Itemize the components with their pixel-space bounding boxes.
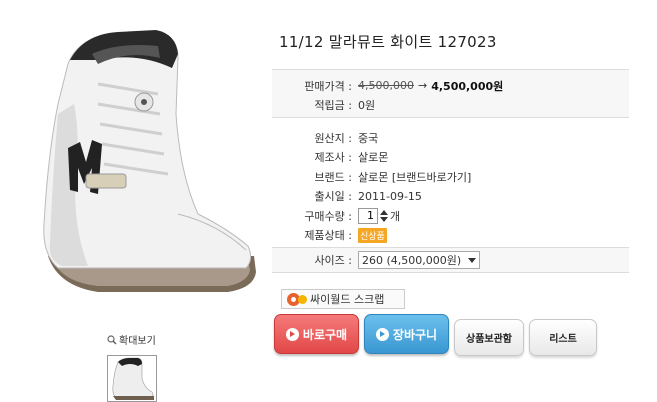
price-box: 판매가격 : 4,500,000 → 4,500,000원 적립금 : 0원	[272, 69, 629, 118]
points-value: 0원	[358, 98, 376, 112]
brand-link[interactable]: 살로몬 [브랜드바로가기]	[358, 169, 471, 185]
condition-label: 제품상태 :	[304, 229, 352, 243]
origin-value: 중국	[358, 131, 379, 145]
wishlist-button[interactable]: 상품보관함	[454, 319, 524, 356]
add-to-cart-button[interactable]: 장바구니	[364, 314, 449, 354]
price-label: 판매가격 :	[304, 79, 352, 93]
brand-row: 브랜드 : 살로몬 [브랜드바로가기]	[272, 167, 629, 187]
sale-price: 4,500,000원	[431, 79, 504, 93]
magnifier-icon	[107, 334, 117, 345]
product-image	[28, 24, 258, 304]
wishlist-label: 상품보관함	[466, 334, 512, 345]
quantity-label: 구매수량 :	[304, 209, 352, 223]
maker-row: 제조사 : 살로몬	[272, 148, 629, 168]
cyworld-dot-icon	[298, 294, 307, 304]
release-value: 2011-09-15	[358, 189, 422, 203]
size-row: 사이즈 : 260 (4,500,000원)	[272, 247, 629, 273]
original-price: 4,500,000	[358, 79, 414, 92]
origin-row: 원산지 : 중국	[272, 128, 629, 148]
maker-label: 제조사 :	[314, 151, 352, 165]
product-title: 11/12 말라뮤트 화이트 127023	[279, 33, 497, 51]
zoom-label: 확대보기	[119, 336, 156, 347]
arrow-up-icon[interactable]	[380, 209, 388, 215]
list-label: 리스트	[549, 334, 577, 345]
new-product-badge: 신상품	[358, 227, 387, 243]
origin-label: 원산지 :	[314, 131, 352, 145]
zoom-link[interactable]: 확대보기	[107, 332, 156, 347]
add-to-cart-label: 장바구니	[392, 327, 438, 342]
spec-group: 원산지 : 중국 제조사 : 살로몬 브랜드 : 살로몬 [브랜드바로가기] 출…	[272, 118, 629, 245]
snowboard-boot-image	[43, 30, 256, 292]
cyworld-scrap-button[interactable]: 싸이월드 스크랩	[281, 289, 405, 309]
maker-value: 살로몬	[358, 151, 389, 165]
condition-row: 제품상태 : 신상품	[272, 226, 629, 246]
cyworld-label: 싸이월드 스크랩	[310, 293, 385, 306]
price-arrow: →	[417, 79, 428, 92]
buy-now-button[interactable]: 바로구매	[274, 314, 359, 354]
boot-thumbnail-icon	[112, 357, 154, 400]
points-label: 적립금 :	[314, 98, 352, 112]
release-label: 출시일 :	[314, 190, 352, 204]
size-select[interactable]: 260 (4,500,000원)	[358, 251, 480, 269]
release-row: 출시일 : 2011-09-15	[272, 187, 629, 207]
buy-now-label: 바로구매	[302, 327, 348, 342]
quantity-row: 구매수량 : 개	[272, 206, 629, 226]
product-thumbnail[interactable]	[107, 355, 157, 402]
price-row: 판매가격 : 4,500,000 → 4,500,000원	[272, 76, 629, 95]
quantity-stepper[interactable]	[380, 209, 388, 222]
size-label: 사이즈 :	[314, 254, 352, 267]
play-icon	[285, 327, 299, 341]
arrow-down-icon[interactable]	[380, 216, 388, 222]
quantity-unit: 개	[390, 209, 401, 223]
quantity-input[interactable]	[358, 207, 378, 224]
size-selected-value: 260 (4,500,000원)	[362, 254, 462, 267]
product-info: 판매가격 : 4,500,000 → 4,500,000원 적립금 : 0원 원…	[272, 69, 629, 273]
play-icon	[375, 327, 389, 341]
list-button[interactable]: 리스트	[529, 319, 597, 356]
brand-label: 브랜드 :	[314, 170, 352, 184]
chevron-down-icon	[468, 257, 476, 263]
points-row: 적립금 : 0원	[272, 95, 629, 114]
